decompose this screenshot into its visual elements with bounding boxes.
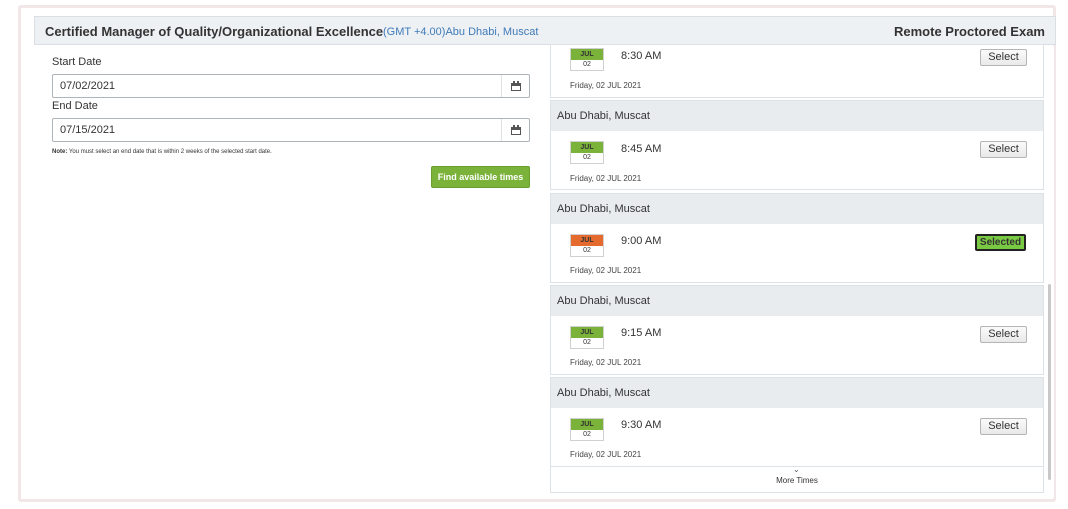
note-text: You must select an end date that is with… xyxy=(68,149,272,155)
selected-button[interactable]: Selected xyxy=(975,234,1026,251)
slot-location: Abu Dhabi, Muscat xyxy=(551,194,1043,224)
date-badge: JUL 02 xyxy=(570,418,604,441)
date-badge: JUL 02 xyxy=(570,234,604,257)
slot-time: 9:15 AM xyxy=(621,327,662,339)
calendar-icon[interactable] xyxy=(501,75,529,97)
badge-month: JUL xyxy=(571,49,603,60)
date-note: Note: You must select an end date that i… xyxy=(52,149,272,155)
select-button[interactable]: Select xyxy=(980,418,1027,435)
date-badge: JUL 02 xyxy=(570,48,604,71)
badge-day: 02 xyxy=(583,431,591,438)
calendar-icon[interactable] xyxy=(501,119,529,141)
select-button[interactable]: Select xyxy=(980,49,1027,66)
date-badge: JUL 02 xyxy=(570,141,604,164)
end-date-field[interactable]: 07/15/2021 xyxy=(52,118,530,142)
more-times-button[interactable]: ⌄ More Times xyxy=(550,465,1044,493)
slot-location: Abu Dhabi, Muscat xyxy=(551,378,1043,408)
badge-day: 02 xyxy=(583,339,591,346)
time-slot-card: JUL 02 8:30 AM Friday, 02 JUL 2021 Selec… xyxy=(550,44,1044,98)
slot-time: 8:30 AM xyxy=(621,50,662,62)
select-button[interactable]: Select xyxy=(980,326,1027,343)
badge-day: 02 xyxy=(583,247,591,254)
slot-date: Friday, 02 JUL 2021 xyxy=(570,174,642,183)
start-date-field[interactable]: 07/02/2021 xyxy=(52,74,530,98)
more-times-label: More Times xyxy=(776,476,818,485)
time-slot-card: Abu Dhabi, Muscat JUL 02 8:45 AM Friday,… xyxy=(550,100,1044,190)
time-slot-card: Abu Dhabi, Muscat JUL 02 9:15 AM Friday,… xyxy=(550,285,1044,375)
badge-month: JUL xyxy=(571,419,603,430)
slot-time: 8:45 AM xyxy=(621,143,662,155)
slot-location: Abu Dhabi, Muscat xyxy=(551,286,1043,316)
badge-month: JUL xyxy=(571,142,603,153)
start-date-label: Start Date xyxy=(52,56,102,68)
select-button[interactable]: Select xyxy=(980,141,1027,158)
time-slot-card: Abu Dhabi, Muscat JUL 02 9:00 AM Friday,… xyxy=(550,193,1044,283)
slot-date: Friday, 02 JUL 2021 xyxy=(570,450,642,459)
exam-type: Remote Proctored Exam xyxy=(894,24,1045,39)
chevron-down-icon: ⌄ xyxy=(793,465,800,474)
slot-date: Friday, 02 JUL 2021 xyxy=(570,266,642,275)
badge-month: JUL xyxy=(571,327,603,338)
badge-day: 02 xyxy=(583,154,591,161)
scrollbar-thumb[interactable] xyxy=(1048,284,1051,480)
end-date-label: End Date xyxy=(52,100,98,112)
slot-time: 9:30 AM xyxy=(621,419,662,431)
slot-date: Friday, 02 JUL 2021 xyxy=(570,358,642,367)
end-date-value: 07/15/2021 xyxy=(60,124,116,136)
slots-scrollbar[interactable] xyxy=(1046,46,1054,498)
date-badge: JUL 02 xyxy=(570,326,604,349)
timezone-label: (GMT +4.00)Abu Dhabi, Muscat xyxy=(383,26,539,38)
find-available-times-button[interactable]: Find available times xyxy=(431,166,530,188)
exam-title: Certified Manager of Quality/Organizatio… xyxy=(45,24,384,39)
badge-month: JUL xyxy=(571,235,603,246)
badge-day: 02 xyxy=(583,61,591,68)
start-date-value: 07/02/2021 xyxy=(60,80,116,92)
time-slot-card: Abu Dhabi, Muscat JUL 02 9:30 AM Friday,… xyxy=(550,377,1044,467)
slot-time: 9:00 AM xyxy=(621,235,662,247)
slot-date: Friday, 02 JUL 2021 xyxy=(570,81,642,90)
slot-location: Abu Dhabi, Muscat xyxy=(551,101,1043,131)
note-bold: Note: xyxy=(52,149,68,155)
exam-header: Certified Manager of Quality/Organizatio… xyxy=(34,16,1056,45)
